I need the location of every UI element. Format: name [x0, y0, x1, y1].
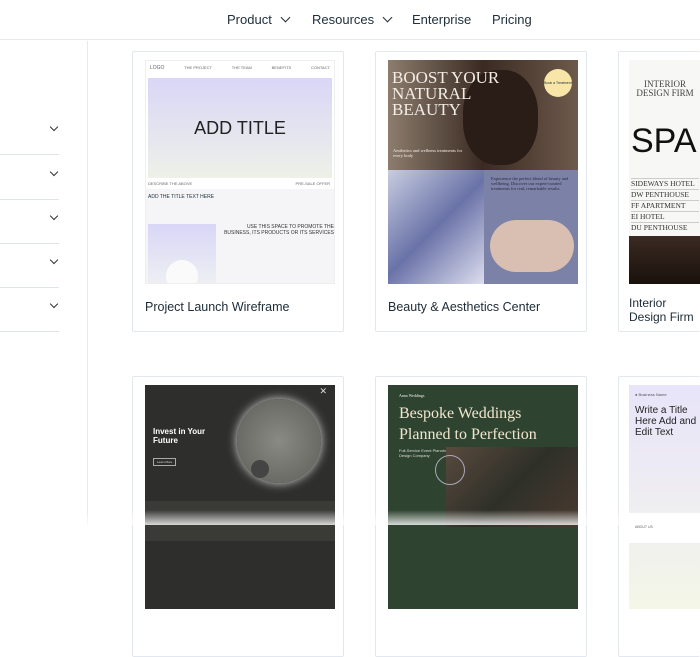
- template-name: Beauty & Aesthetics Center: [388, 300, 541, 314]
- thumb-title: BOOST YOUR NATURAL BEAUTY: [392, 68, 500, 119]
- thumb-link: BENEFITS: [271, 65, 292, 70]
- chevron-down-icon: [49, 211, 59, 221]
- nav-label: Pricing: [492, 12, 532, 27]
- thumb-text: DESCRIBE THE ABOVE: [148, 181, 193, 186]
- template-card[interactable]: BOOST YOUR NATURAL BEAUTY Book a Treatme…: [375, 51, 587, 332]
- filter-accordion[interactable]: [0, 288, 59, 332]
- template-card[interactable]: LOGO THE PROJECT THE TEAM BENEFITS CONTA…: [132, 51, 344, 332]
- thumb-heading: ADD THE TITLE TEXT HERE: [148, 194, 215, 200]
- thumb-brand: Business Name: [638, 392, 667, 397]
- filter-accordion[interactable]: [0, 156, 59, 200]
- thumb-list-item: DW PENTHOUSE: [631, 189, 699, 200]
- template-thumbnail: LOGO THE PROJECT THE TEAM BENEFITS CONTA…: [145, 60, 335, 284]
- thumb-badge: Book a Treatment: [544, 69, 572, 97]
- thumb-text: ABOUT US: [635, 525, 653, 529]
- chevron-down-icon: [49, 167, 59, 177]
- thumb-text: USE THIS SPACE TO PROMOTE THE BUSINESS, …: [224, 224, 334, 236]
- thumb-title: Write a Title Here Add and Edit Text: [635, 405, 697, 438]
- thumb-brand: Anna Weddings: [399, 393, 425, 398]
- thumb-title: INTERIOR DESIGN FIRM: [636, 79, 694, 98]
- thumb-text: Experience the perfect blend of beauty a…: [491, 176, 569, 191]
- close-icon: ✕: [319, 386, 327, 396]
- template-name: Interior Design Firm: [629, 296, 694, 324]
- nav-enterprise[interactable]: Enterprise: [412, 12, 471, 27]
- filter-accordion[interactable]: [0, 244, 59, 288]
- thumb-logo: LOGO: [150, 65, 165, 71]
- thumb-title: Invest in Your Future: [153, 427, 206, 445]
- nav-label: Product: [227, 12, 272, 27]
- template-thumbnail: ✕ Invest in Your Future Learn More: [145, 385, 335, 609]
- nav-product[interactable]: Product: [227, 12, 291, 27]
- thumb-button: Learn More: [153, 458, 177, 466]
- filter-accordion[interactable]: [0, 111, 59, 155]
- thumb-list-item: SIDEWAYS HOTEL: [631, 178, 699, 189]
- thumb-big-text: SPA: [631, 122, 697, 160]
- chevron-down-icon: [49, 122, 59, 132]
- template-thumbnail: ● Business Name Write a Title Here Add a…: [629, 385, 700, 609]
- template-name: Project Launch Wireframe: [145, 300, 290, 314]
- thumb-link: THE PROJECT: [184, 65, 212, 70]
- filter-accordion[interactable]: [0, 200, 59, 244]
- thumb-list-item: DU PENTHOUSE: [631, 222, 699, 233]
- template-thumbnail: INTERIOR DESIGN FIRM SPA SIDEWAYS HOTEL …: [629, 60, 700, 284]
- nav-resources[interactable]: Resources: [312, 12, 393, 27]
- filter-sidebar: [0, 41, 88, 525]
- nav-pricing[interactable]: Pricing: [492, 12, 532, 27]
- template-card[interactable]: INTERIOR DESIGN FIRM SPA SIDEWAYS HOTEL …: [618, 51, 700, 332]
- template-thumbnail: BOOST YOUR NATURAL BEAUTY Book a Treatme…: [388, 60, 578, 284]
- thumb-list-item: FF APARTMENT: [631, 200, 699, 211]
- thumb-list-item: EI HOTEL: [631, 211, 699, 222]
- top-nav: Product Resources Enterprise Pricing: [0, 0, 700, 40]
- thumb-link: THE TEAM: [231, 65, 252, 70]
- chevron-down-icon: [49, 255, 59, 265]
- fade-overlay: [0, 510, 700, 525]
- thumb-text: Aesthetics and wellness treatments for e…: [393, 148, 463, 158]
- chevron-down-icon: [382, 12, 393, 23]
- nav-label: Enterprise: [412, 12, 472, 27]
- template-thumbnail: Anna Weddings Bespoke Weddings Planned t…: [388, 385, 578, 609]
- chevron-down-icon: [280, 12, 291, 23]
- chevron-down-icon: [49, 299, 59, 309]
- nav-label: Resources: [312, 12, 375, 27]
- thumb-title: ADD TITLE: [194, 117, 286, 138]
- thumb-title: Bespoke Weddings Planned to Perfection: [399, 405, 537, 443]
- thumb-link: CONTACT: [310, 65, 330, 70]
- thumb-text: PRE-SALE OFFER: [295, 181, 330, 186]
